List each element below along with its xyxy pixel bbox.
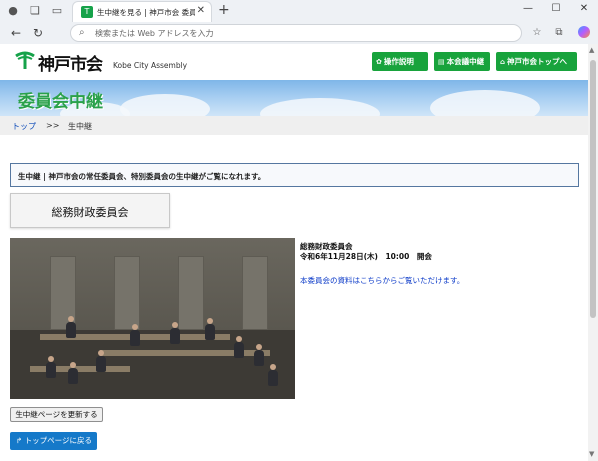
minimize-icon[interactable]: — [518, 3, 538, 14]
materials-link[interactable]: 本委員会の資料はこちらからご覧いただけます。 [300, 275, 464, 286]
session-date: 令和6年11月28日(木) 10:00 開会 [300, 252, 432, 261]
return-arrow-icon: ↱ [16, 436, 23, 445]
browser-chrome: ● ❏ ▭ T 生中継を見る | 神戸市会 委員会等 ✕ + — ☐ ✕ ← ↻… [0, 0, 598, 44]
maximize-icon[interactable]: ☐ [546, 3, 566, 14]
help-button[interactable]: ✿ 操作説明 [372, 52, 428, 71]
page-scrollbar[interactable]: ▲ ▼ [588, 44, 598, 461]
notice-text: 生中継 | 神戸市会の常任委員会、特別委員会の生中継がご覧になれます。 [18, 172, 266, 181]
favorites-star-icon[interactable]: ☆ [530, 27, 544, 38]
gear-icon: ✿ [376, 58, 382, 66]
committee-tab-button[interactable]: 総務財政委員会 [10, 193, 170, 228]
breadcrumb-separator: >> [46, 121, 60, 130]
profile-icon[interactable]: ● [6, 4, 20, 18]
scrollbar-thumb[interactable] [590, 60, 596, 318]
workspaces-icon[interactable]: ❏ [28, 4, 42, 18]
copilot-icon[interactable] [578, 26, 590, 38]
site-logo-english: Kobe City Assembly [113, 61, 188, 70]
plenary-button-label: 本会議中継 [446, 57, 485, 66]
assembly-top-label: 神戸市会トップへ [507, 57, 568, 66]
extensions-icon[interactable]: ⧉ [552, 27, 566, 38]
list-icon: ▤ [438, 58, 445, 66]
close-tab-icon[interactable]: ✕ [197, 5, 205, 16]
committee-label: 総務財政委員会 [51, 206, 129, 219]
refresh-live-page-button[interactable]: 生中継ページを更新する [10, 407, 103, 422]
browser-tab[interactable]: T 生中継を見る | 神戸市会 委員会等 ✕ [72, 1, 212, 22]
back-to-top-button[interactable]: ↱ トップページに戻る [10, 432, 97, 450]
search-icon: ⌕ [79, 27, 85, 38]
banner-title: 委員会中継 [18, 92, 103, 112]
notice-box: 生中継 | 神戸市会の常任委員会、特別委員会の生中継がご覧になれます。 [10, 163, 579, 187]
new-tab-icon[interactable]: + [218, 3, 230, 17]
address-input[interactable]: ⌕ 検索または Web アドレスを入力 [70, 24, 522, 42]
scroll-down-icon[interactable]: ▼ [589, 450, 594, 458]
tab-bar: ● ❏ ▭ T 生中継を見る | 神戸市会 委員会等 ✕ + — ☐ ✕ [0, 0, 598, 22]
address-bar-row: ← ↻ ⌕ 検索または Web アドレスを入力 ☆ ⧉ [0, 22, 598, 44]
home-icon: ⌂ [500, 58, 506, 66]
plenary-broadcast-button[interactable]: ▤ 本会議中継 [434, 52, 490, 71]
back-to-top-label: トップページに戻る [24, 436, 93, 445]
help-button-label: 操作説明 [383, 57, 414, 66]
tab-title: 生中継を見る | 神戸市会 委員会等 [97, 8, 195, 17]
close-window-icon[interactable]: ✕ [574, 3, 594, 14]
site-favicon-icon: T [81, 6, 93, 18]
address-placeholder: 検索または Web アドレスを入力 [95, 29, 214, 38]
back-icon[interactable]: ← [8, 26, 24, 40]
web-page: 神戸市会 Kobe City Assembly ✿ 操作説明 ▤ 本会議中継 ⌂ 神戸… [0, 44, 588, 461]
breadcrumb-home-link[interactable]: トップ [12, 121, 36, 132]
site-logo-text[interactable]: 神戸市会 [38, 50, 103, 75]
kobe-emblem-icon [15, 51, 35, 69]
live-video-player[interactable] [10, 238, 295, 399]
scroll-up-icon[interactable]: ▲ [589, 46, 594, 54]
assembly-top-button[interactable]: ⌂ 神戸市会トップへ [496, 52, 577, 71]
refresh-icon[interactable]: ↻ [30, 26, 46, 40]
breadcrumb: トップ >> 生中継 [0, 116, 588, 135]
breadcrumb-current: 生中継 [68, 122, 92, 131]
page-banner: 委員会中継 [0, 80, 588, 116]
site-header: 神戸市会 Kobe City Assembly ✿ 操作説明 ▤ 本会議中継 ⌂ 神戸… [0, 44, 588, 80]
tab-actions-icon[interactable]: ▭ [50, 4, 64, 18]
